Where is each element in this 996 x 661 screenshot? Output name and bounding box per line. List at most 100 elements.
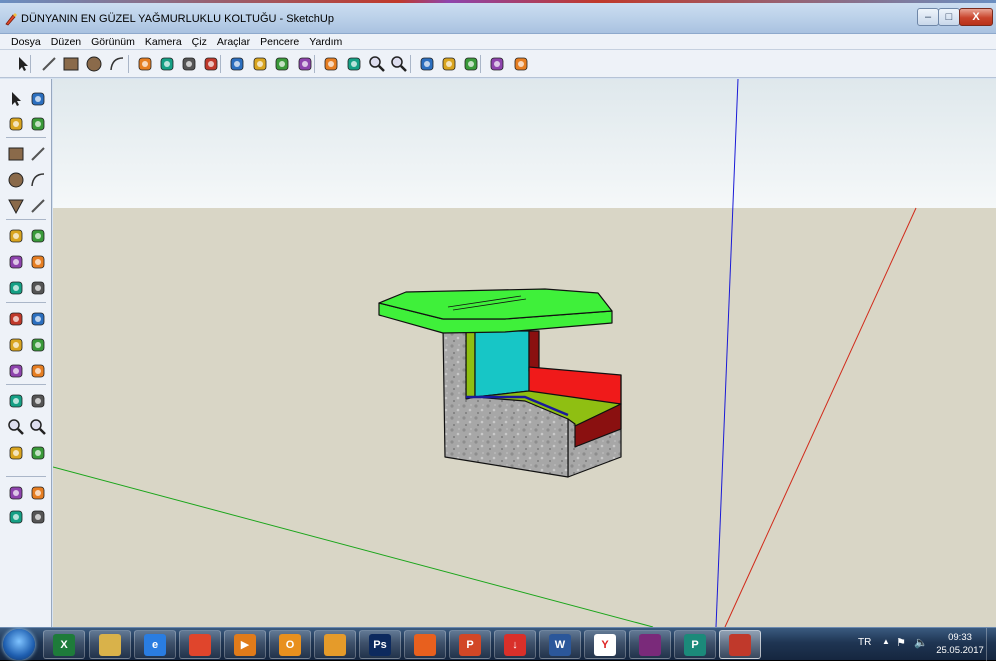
pan-icon[interactable] — [343, 53, 365, 75]
rectangle-icon[interactable] — [60, 53, 82, 75]
circle-icon[interactable] — [5, 169, 27, 191]
select-icon[interactable] — [12, 53, 34, 75]
menu-dosya[interactable]: Dosya — [6, 36, 46, 48]
clock[interactable]: 09:33 25.05.2017 — [935, 631, 985, 657]
taskbar-firefox-button[interactable] — [404, 630, 446, 659]
walk-icon[interactable] — [5, 506, 27, 528]
eraser-icon[interactable] — [27, 113, 49, 135]
scale-icon[interactable] — [5, 277, 27, 299]
eraser-icon[interactable] — [156, 53, 178, 75]
title-bar[interactable]: DÜNYANIN EN GÜZEL YAĞMURLUKLU KOLTUĞU - … — [0, 0, 996, 34]
push-pull-icon[interactable] — [226, 53, 248, 75]
language-indicator[interactable]: TR — [858, 637, 871, 648]
start-button[interactable] — [3, 629, 35, 660]
select-icon[interactable] — [5, 88, 27, 110]
taskbar-chrome-button[interactable] — [179, 630, 221, 659]
line-icon[interactable] — [27, 143, 49, 165]
line-icon[interactable] — [38, 53, 60, 75]
zoom-icon[interactable] — [5, 416, 27, 438]
move-icon[interactable] — [249, 53, 271, 75]
taskbar-scratch-button[interactable] — [314, 630, 356, 659]
zoom-extents-icon[interactable] — [388, 53, 410, 75]
orbit-icon[interactable] — [320, 53, 342, 75]
menu-ciz[interactable]: Çiz — [187, 36, 212, 48]
taskbar-sketchup-button[interactable] — [719, 630, 761, 659]
close-button[interactable]: X — [959, 8, 993, 26]
file-explorer-icon — [99, 633, 121, 656]
zoom-window-icon[interactable] — [27, 416, 49, 438]
make-component-icon[interactable] — [134, 53, 156, 75]
menu-araclar[interactable]: Araçlar — [212, 36, 255, 48]
position-camera-icon[interactable] — [5, 482, 27, 504]
chrome-icon — [189, 633, 211, 656]
zoom-icon[interactable] — [366, 53, 388, 75]
maximize-button[interactable]: □ — [938, 8, 960, 26]
tape-measure-icon[interactable] — [5, 308, 27, 330]
pan-icon[interactable] — [27, 390, 49, 412]
move-icon[interactable] — [5, 225, 27, 247]
menu-duzen[interactable]: Düzen — [46, 36, 86, 48]
taskbar-powerpoint-button[interactable]: P — [449, 630, 491, 659]
menu-yardim[interactable]: Yardım — [304, 36, 347, 48]
orbit-icon[interactable] — [5, 390, 27, 412]
section-plane-icon[interactable] — [27, 506, 49, 528]
taskbar-excel-button[interactable]: X — [43, 630, 85, 659]
menu-gorunum[interactable]: Görünüm — [86, 36, 140, 48]
flag-icon[interactable]: ⚑ — [896, 636, 906, 649]
paint-bucket-icon[interactable] — [200, 53, 222, 75]
follow-me-icon[interactable] — [294, 53, 316, 75]
polygon-icon[interactable] — [5, 195, 27, 217]
taskbar-file-explorer-button[interactable] — [89, 630, 131, 659]
taskbar-internet-explorer-button[interactable]: e — [134, 630, 176, 659]
menu-kamera[interactable]: Kamera — [140, 36, 187, 48]
toolbar-separator — [6, 137, 46, 138]
dimensions-icon[interactable] — [27, 308, 49, 330]
arc-icon[interactable] — [27, 169, 49, 191]
taskbar-media-player-button[interactable]: ▶ — [224, 630, 266, 659]
word-icon: W — [549, 633, 571, 656]
share-model-icon[interactable] — [438, 53, 460, 75]
rotate-icon[interactable] — [271, 53, 293, 75]
rectangle-icon[interactable] — [5, 143, 27, 165]
axes-icon[interactable] — [5, 360, 27, 382]
taskbar: Xe ▶ O Ps P ↓ W Y P TR ▲ ⚑ 🔈 09:33 25.05.2017 — [0, 627, 996, 661]
arc-icon[interactable] — [106, 53, 128, 75]
taskbar-winrar-button[interactable] — [629, 630, 671, 659]
rotate-icon[interactable] — [5, 251, 27, 273]
text-icon[interactable] — [27, 334, 49, 356]
paint-bucket-icon[interactable] — [5, 113, 27, 135]
show-hidden-icons-icon[interactable]: ▲ — [882, 637, 890, 646]
get-models-icon[interactable] — [416, 53, 438, 75]
volume-icon[interactable]: 🔈 — [914, 636, 928, 649]
protractor-icon[interactable] — [5, 334, 27, 356]
show-desktop-button[interactable] — [986, 628, 996, 661]
taskbar-publisher-button[interactable]: P — [674, 630, 716, 659]
google-earth-icon[interactable] — [460, 53, 482, 75]
minimize-button[interactable]: – — [917, 8, 939, 26]
taskbar-outlook-button[interactable]: O — [269, 630, 311, 659]
outlook-icon: O — [279, 633, 301, 656]
taskbar-yandex-button[interactable]: Y — [584, 630, 626, 659]
look-around-icon[interactable] — [27, 482, 49, 504]
next-view-icon[interactable] — [27, 442, 49, 464]
toolbar-separator — [128, 55, 129, 73]
extension-icon[interactable] — [510, 53, 532, 75]
freehand-icon[interactable] — [27, 195, 49, 217]
toolbar-separator — [6, 302, 46, 303]
component-window-icon[interactable] — [486, 53, 508, 75]
tape-measure-icon[interactable] — [178, 53, 200, 75]
menu-pencere[interactable]: Pencere — [255, 36, 304, 48]
taskbar-photoshop-button[interactable]: Ps — [359, 630, 401, 659]
taskbar-download-button[interactable]: ↓ — [494, 630, 536, 659]
3d-text-icon[interactable] — [27, 360, 49, 382]
drawing-viewport[interactable] — [53, 79, 996, 627]
circle-icon[interactable] — [83, 53, 105, 75]
follow-me-icon[interactable] — [27, 251, 49, 273]
push-pull-icon[interactable] — [27, 225, 49, 247]
offset-icon[interactable] — [27, 277, 49, 299]
sketchup-icon — [729, 633, 751, 656]
menu-bar: Dosya Düzen Görünüm Kamera Çiz Araçlar P… — [0, 34, 996, 50]
make-component-icon[interactable] — [27, 88, 49, 110]
previous-view-icon[interactable] — [5, 442, 27, 464]
taskbar-word-button[interactable]: W — [539, 630, 581, 659]
